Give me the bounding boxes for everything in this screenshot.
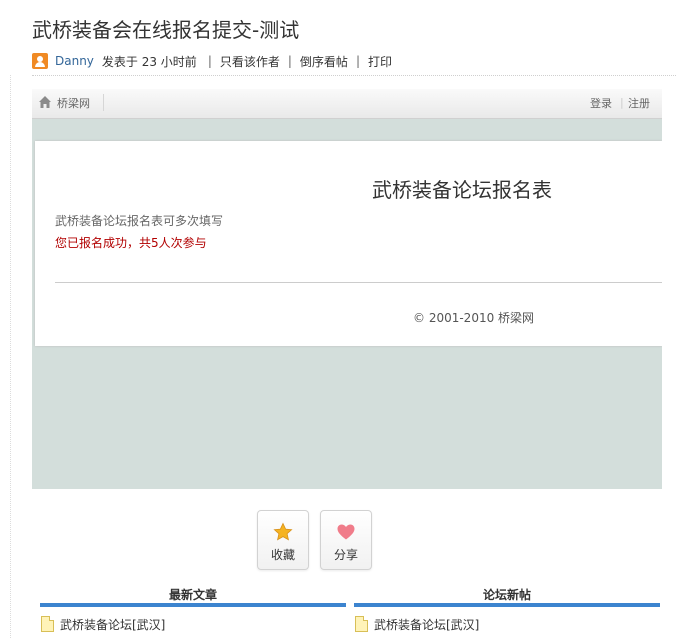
reverse-order-link[interactable]: 倒序看帖	[300, 53, 348, 70]
login-separator: |	[620, 96, 624, 109]
top-bar-divider	[103, 94, 104, 111]
latest-articles-bar	[40, 603, 346, 607]
embed-top-bar: 桥梁网 登录 | 注册	[32, 89, 662, 119]
form-note: 武桥装备论坛报名表可多次填写	[55, 214, 224, 228]
forum-new-posts-heading: 论坛新帖	[482, 588, 531, 602]
embedded-form-frame: 桥梁网 登录 | 注册 武桥装备论坛报名表 武桥装备论坛报名表可多次填写 您已报…	[32, 89, 662, 489]
site-name-link[interactable]: 桥梁网	[57, 95, 90, 111]
author-link[interactable]: Danny	[55, 54, 94, 68]
meta-separator: |	[287, 54, 292, 68]
post-title: 武桥装备会在线报名提交-测试	[32, 18, 300, 42]
meta-divider	[32, 75, 676, 76]
left-rule	[10, 75, 11, 638]
login-link[interactable]: 登录	[590, 95, 612, 111]
form-copyright: © 2001-2010 桥梁网	[413, 311, 535, 325]
meta-separator: |	[207, 54, 212, 68]
meta-separator: |	[355, 54, 360, 68]
list-item[interactable]: 武桥装备论坛[武汉]	[355, 615, 479, 633]
user-avatar-icon	[32, 53, 48, 69]
latest-articles-heading: 最新文章	[168, 588, 217, 602]
list-item[interactable]: 武桥装备论坛[武汉]	[41, 615, 165, 633]
favorite-label: 收藏	[270, 548, 295, 562]
only-author-link[interactable]: 只看该作者	[220, 53, 280, 70]
favorite-button[interactable]: 收藏	[257, 510, 309, 570]
register-link[interactable]: 注册	[628, 95, 650, 111]
form-success-message: 您已报名成功，共5人次参与	[55, 236, 207, 250]
forum-new-posts-bar	[354, 603, 660, 607]
article-title[interactable]: 武桥装备论坛[武汉]	[60, 616, 165, 633]
heart-icon	[337, 524, 355, 540]
document-icon	[355, 616, 368, 632]
share-label: 分享	[333, 548, 358, 562]
document-icon	[41, 616, 54, 632]
form-title: 武桥装备论坛报名表	[372, 178, 552, 202]
share-button[interactable]: 分享	[320, 510, 372, 570]
form-divider	[55, 282, 662, 283]
home-icon[interactable]	[38, 95, 52, 109]
post-meta: Danny 发表于 23 小时前 | 只看该作者 | 倒序看帖 | 打印	[32, 52, 392, 70]
post-title-link[interactable]: 武桥装备论坛[武汉]	[374, 616, 479, 633]
form-panel: 武桥装备论坛报名表 武桥装备论坛报名表可多次填写 您已报名成功，共5人次参与 ©…	[35, 141, 662, 346]
print-link[interactable]: 打印	[368, 53, 392, 70]
post-time: 发表于 23 小时前	[101, 54, 197, 69]
star-icon	[273, 522, 293, 541]
